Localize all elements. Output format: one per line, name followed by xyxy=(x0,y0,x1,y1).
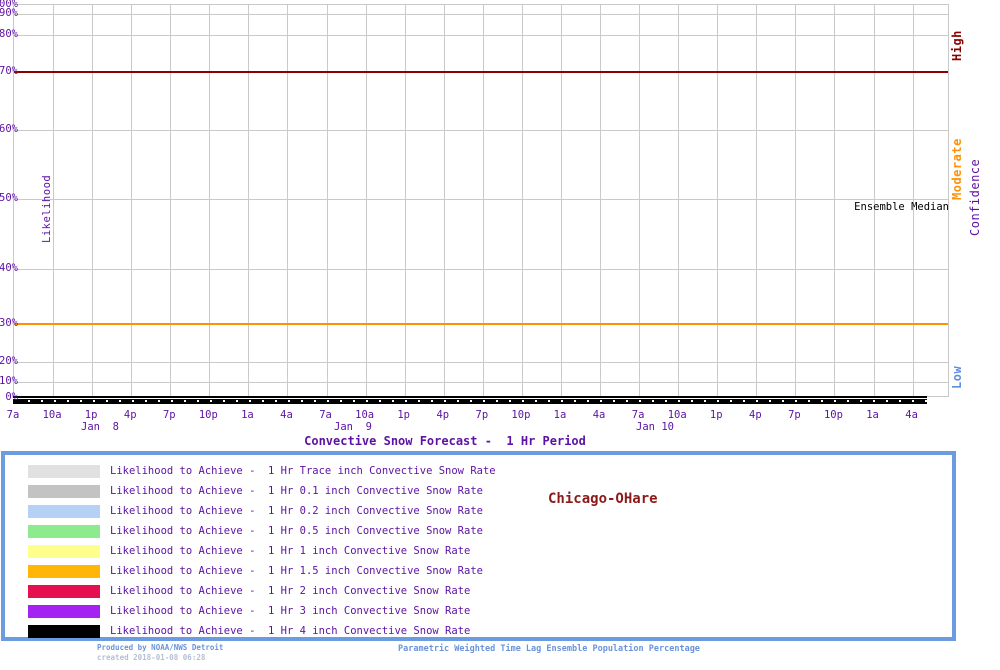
right-axis-title: Confidence xyxy=(968,158,982,236)
legend-swatch xyxy=(28,544,100,558)
x-tick-label: 1a xyxy=(553,409,567,421)
legend-swatch xyxy=(28,464,100,478)
x-tick-label: 1p xyxy=(397,409,411,421)
x-tick-label: 4a xyxy=(592,409,606,421)
y-tick-label: 30% xyxy=(0,317,18,329)
x-tick-label: 4a xyxy=(905,409,918,421)
legend-row: Likelihood to Achieve - 1 Hr 0.2 inch Co… xyxy=(5,501,952,521)
legend-swatch xyxy=(28,524,100,538)
x-date-label: Jan 8 xyxy=(81,421,119,433)
legend-swatch xyxy=(28,484,100,498)
y-axis-title: Likelihood xyxy=(41,174,53,243)
convective-snow-forecast-chart: 100%90%80%70%60%50%40%30%20%10%0% 7a10a1… xyxy=(0,0,1000,670)
legend-swatch xyxy=(28,584,100,598)
x-tick-label: 1p xyxy=(709,409,723,421)
x-tick-label: 10p xyxy=(511,409,531,421)
high-confidence-threshold-line xyxy=(14,71,948,73)
legend-row: Likelihood to Achieve - 1 Hr 1 inch Conv… xyxy=(5,541,952,561)
footer-caption: Parametric Weighted Time Lag Ensemble Po… xyxy=(398,644,700,654)
ensemble-median-line xyxy=(13,398,927,399)
confidence-zone-label-moderate: Moderate xyxy=(950,138,964,200)
x-tick-label: 10p xyxy=(198,409,218,421)
x-date-label: Jan 10 xyxy=(636,421,674,433)
low-confidence-threshold-line xyxy=(14,323,948,325)
y-tick-label: 50% xyxy=(0,192,18,204)
x-tick-label: 10p xyxy=(823,409,843,421)
chart-title: Convective Snow Forecast - 1 Hr Period xyxy=(304,434,586,448)
footer-produced-by: Produced by NOAA/NWS Detroit xyxy=(97,643,224,652)
legend-swatch xyxy=(28,604,100,618)
ensemble-median-label: Ensemble Median xyxy=(854,201,949,213)
legend-row: Likelihood to Achieve - 1 Hr 4 inch Conv… xyxy=(5,621,952,641)
y-tick-label: 40% xyxy=(0,262,18,274)
x-tick-label: 10a xyxy=(667,409,687,421)
plot-area xyxy=(13,4,949,397)
legend-row: Likelihood to Achieve - 1 Hr 1.5 inch Co… xyxy=(5,561,952,581)
y-tick-label: 90% xyxy=(0,7,18,19)
x-tick-label: 10a xyxy=(42,409,62,421)
x-tick-label: 10a xyxy=(355,409,375,421)
confidence-zone-label-low: Low xyxy=(950,365,964,389)
legend-label: Likelihood to Achieve - 1 Hr 2 inch Conv… xyxy=(110,585,471,597)
y-tick-label: 60% xyxy=(0,123,18,135)
x-tick-label: 1a xyxy=(866,409,879,421)
legend-swatch xyxy=(28,624,100,638)
x-date-label: Jan 9 xyxy=(334,421,372,433)
legend-row: Likelihood to Achieve - 1 Hr 0.1 inch Co… xyxy=(5,481,952,501)
legend-label: Likelihood to Achieve - 1 Hr 3 inch Conv… xyxy=(110,605,471,617)
x-tick-label: 1p xyxy=(84,409,98,421)
legend-swatch xyxy=(28,504,100,518)
x-tick-label: 4p xyxy=(123,409,137,421)
legend-box: Likelihood to Achieve - 1 Hr Trace inch … xyxy=(1,451,956,641)
legend-rows: Likelihood to Achieve - 1 Hr Trace inch … xyxy=(5,461,952,641)
legend-label: Likelihood to Achieve - 1 Hr 0.1 inch Co… xyxy=(110,485,483,497)
legend-label: Likelihood to Achieve - 1 Hr 1.5 inch Co… xyxy=(110,565,483,577)
legend-label: Likelihood to Achieve - 1 Hr 0.5 inch Co… xyxy=(110,525,483,537)
footer-created-timestamp: created 2018-01-08 06:28 xyxy=(97,653,206,662)
legend-swatch xyxy=(28,564,100,578)
x-tick-label: 7a xyxy=(631,409,645,421)
ensemble-median-dotted-line xyxy=(17,400,931,402)
station-label: Chicago-OHare xyxy=(548,491,658,507)
x-tick-label: 7p xyxy=(788,409,801,421)
legend-row: Likelihood to Achieve - 1 Hr 3 inch Conv… xyxy=(5,601,952,621)
x-tick-label: 4a xyxy=(280,409,293,421)
x-tick-label: 7a xyxy=(319,409,332,421)
confidence-zone-label-high: High xyxy=(950,30,964,61)
x-tick-label: 7a xyxy=(6,409,20,421)
y-tick-label: 10% xyxy=(0,375,18,387)
y-tick-label: 70% xyxy=(0,65,18,77)
legend-label: Likelihood to Achieve - 1 Hr Trace inch … xyxy=(110,465,496,477)
y-tick-label: 20% xyxy=(0,355,18,367)
y-tick-label: 80% xyxy=(0,28,18,40)
x-tick-label: 4p xyxy=(749,409,762,421)
legend-row: Likelihood to Achieve - 1 Hr 0.5 inch Co… xyxy=(5,521,952,541)
legend-label: Likelihood to Achieve - 1 Hr 4 inch Conv… xyxy=(110,625,471,637)
x-tick-label: 7p xyxy=(162,409,176,421)
zero-percent-series-bar xyxy=(13,396,931,404)
y-tick-label: 0% xyxy=(5,391,18,403)
legend-label: Likelihood to Achieve - 1 Hr 0.2 inch Co… xyxy=(110,505,483,517)
x-tick-label: 1a xyxy=(241,409,254,421)
x-tick-label: 7p xyxy=(475,409,489,421)
x-tick-label: 4p xyxy=(436,409,450,421)
legend-label: Likelihood to Achieve - 1 Hr 1 inch Conv… xyxy=(110,545,471,557)
legend-row: Likelihood to Achieve - 1 Hr 2 inch Conv… xyxy=(5,581,952,601)
legend-row: Likelihood to Achieve - 1 Hr Trace inch … xyxy=(5,461,952,481)
